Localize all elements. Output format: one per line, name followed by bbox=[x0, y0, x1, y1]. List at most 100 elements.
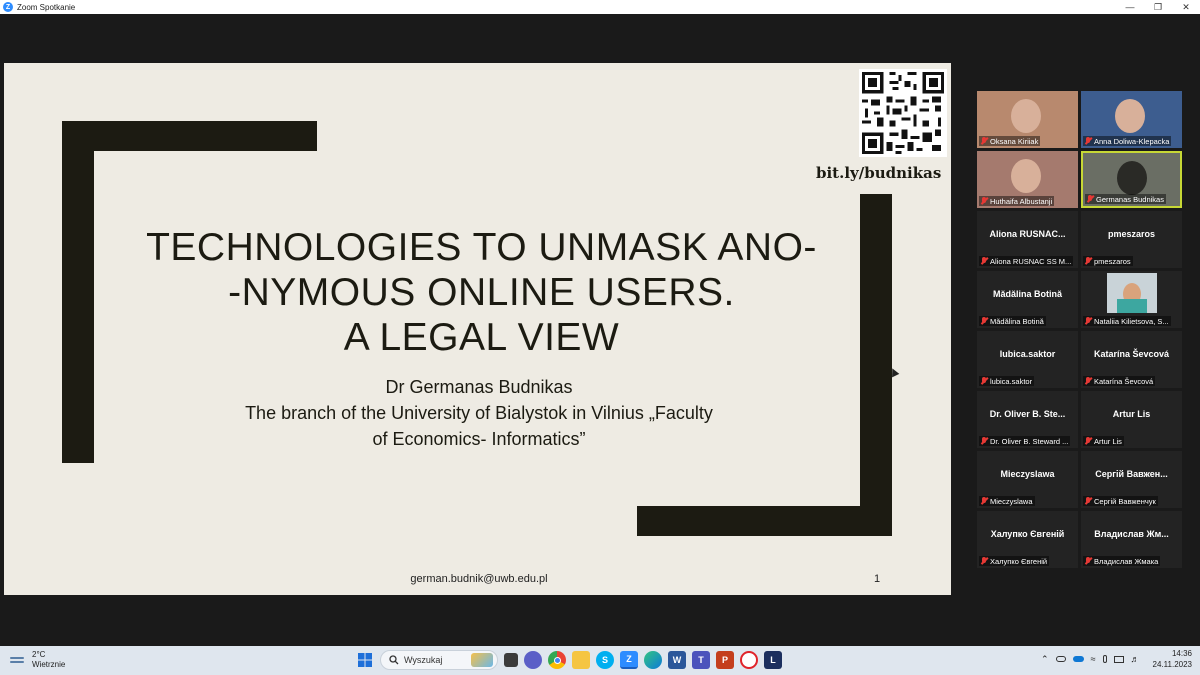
wind-icon bbox=[10, 655, 26, 665]
muted-mic-icon bbox=[981, 137, 987, 145]
slide-page-number: 1 bbox=[874, 573, 881, 585]
participant-name-label: pmeszaros bbox=[1083, 256, 1133, 266]
participant-name: Huthaifa Albustanji bbox=[990, 196, 1053, 206]
participant-tile[interactable]: Nataliia Kilietsova, S... bbox=[1081, 271, 1182, 328]
chrome-icon[interactable] bbox=[548, 651, 566, 669]
slide-affiliation: The branch of the University of Bialysto… bbox=[245, 403, 713, 423]
muted-mic-icon bbox=[1085, 377, 1091, 385]
participant-tile[interactable]: Mieczyslawa Mieczyslawa bbox=[977, 451, 1078, 508]
muted-mic-icon bbox=[981, 257, 987, 265]
muted-mic-icon bbox=[981, 317, 987, 325]
muted-mic-icon bbox=[981, 377, 987, 385]
participant-name: pmeszaros bbox=[1094, 256, 1131, 266]
skype-icon[interactable]: S bbox=[596, 651, 614, 669]
participant-name-label: Nataliia Kilietsova, S... bbox=[1083, 316, 1171, 326]
frame-bar-left bbox=[62, 121, 94, 463]
windows-taskbar: 2°C Wietrznie Wyszukaj S Z W T P L ⌃ ≈ ♬ bbox=[0, 646, 1200, 675]
app-l-icon[interactable]: L bbox=[764, 651, 782, 669]
participant-name-label: lubica.saktor bbox=[979, 376, 1035, 386]
slide-title-line: TECHNOLOGIES TO UNMASK ANO- bbox=[146, 226, 817, 269]
participant-name-label: Mădălina Botină bbox=[979, 316, 1046, 326]
participant-tile[interactable]: Katarína Ševcová Katarína Ševcová bbox=[1081, 331, 1182, 388]
participant-name-label: Mieczyslawa bbox=[979, 496, 1035, 506]
restore-icon[interactable]: ❐ bbox=[1144, 0, 1172, 14]
participant-tile[interactable]: Oksana Kiriiak bbox=[977, 91, 1078, 148]
weather-widget[interactable]: 2°C Wietrznie bbox=[10, 650, 65, 670]
participant-name-label: Anna Doliwa-Klepacka bbox=[1083, 136, 1172, 146]
participant-tile[interactable]: Mădălina Botină Mădălina Botină bbox=[977, 271, 1078, 328]
participant-name: Mădălina Botină bbox=[990, 316, 1044, 326]
search-highlight-icon bbox=[471, 653, 493, 667]
meeting-stage: TECHNOLOGIES TO UNMASK ANO- -NYMOUS ONLI… bbox=[0, 14, 1200, 646]
participant-tile[interactable]: Владислав Жм... Владислав Жмака bbox=[1081, 511, 1182, 568]
microphone-icon[interactable] bbox=[1102, 655, 1107, 663]
participant-tile-name: Владислав Жм... bbox=[1094, 529, 1169, 539]
participant-tile[interactable]: Халупко Євгеній Халупко Євгеній bbox=[977, 511, 1078, 568]
display-icon[interactable] bbox=[1113, 655, 1124, 663]
participant-tile-name: Aliona RUSNAC... bbox=[989, 229, 1066, 239]
muted-mic-icon bbox=[981, 557, 987, 565]
participant-tile-name: Artur Lis bbox=[1112, 409, 1151, 419]
slide-author: Dr Germanas Budnikas bbox=[385, 377, 573, 397]
participant-tile[interactable]: Anna Doliwa-Klepacka bbox=[1081, 91, 1182, 148]
participant-video-feed bbox=[1117, 161, 1147, 195]
participant-name-label: Artur Lis bbox=[1083, 436, 1124, 446]
volume-icon[interactable]: ♬ bbox=[1131, 654, 1140, 664]
window-title: Zoom Spotkanie bbox=[17, 2, 76, 12]
file-explorer-icon[interactable] bbox=[572, 651, 590, 669]
participant-name-label: Сергій Вавженчук bbox=[1083, 496, 1158, 506]
slide-subtitle: Dr Germanas Budnikas The branch of the U… bbox=[144, 374, 814, 452]
participant-tile-name: Dr. Oliver B. Ste... bbox=[989, 409, 1066, 419]
taskbar-clock[interactable]: 14:36 24.11.2023 bbox=[1153, 648, 1192, 670]
participant-tile[interactable]: Huthaifa Albustanji bbox=[977, 151, 1078, 208]
slide-affiliation: of Economics- Informatics” bbox=[372, 429, 586, 449]
muted-mic-icon bbox=[981, 497, 987, 505]
participant-name: Oksana Kiriiak bbox=[990, 136, 1039, 146]
participant-name: Anna Doliwa-Klepacka bbox=[1094, 136, 1170, 146]
participant-tile-name: Mieczyslawa bbox=[1000, 469, 1055, 479]
participant-tile[interactable]: Germanas Budnikas bbox=[1081, 151, 1182, 208]
close-icon[interactable]: ✕ bbox=[1172, 0, 1200, 14]
minimize-icon[interactable]: — bbox=[1116, 0, 1144, 14]
muted-mic-icon bbox=[1085, 557, 1091, 565]
network-cloud-icon[interactable] bbox=[1055, 656, 1066, 662]
participant-tile-name: Халупко Євгеній bbox=[990, 529, 1065, 539]
slide-title-line: -NYMOUS ONLINE USERS. bbox=[228, 271, 735, 314]
frame-bar-top-left bbox=[62, 121, 317, 151]
participant-name-label: Katarína Ševcová bbox=[1083, 376, 1156, 386]
participant-name: Dr. Oliver B. Steward ... bbox=[990, 436, 1069, 446]
participant-tile-name: Сергій Вавжен... bbox=[1095, 469, 1168, 479]
frame-bar-right bbox=[860, 194, 892, 536]
participant-tile[interactable]: pmeszaros pmeszaros bbox=[1081, 211, 1182, 268]
powerpoint-icon[interactable]: P bbox=[716, 651, 734, 669]
zoom-icon[interactable]: Z bbox=[620, 651, 638, 669]
muted-mic-icon bbox=[1085, 497, 1091, 505]
participant-name: Artur Lis bbox=[1094, 436, 1122, 446]
taskbar-search-box[interactable]: Wyszukaj bbox=[380, 650, 498, 670]
task-view-icon[interactable] bbox=[504, 653, 518, 667]
participant-tile[interactable]: Сергій Вавжен... Сергій Вавженчук bbox=[1081, 451, 1182, 508]
participant-name-label: Владислав Жмака bbox=[1083, 556, 1161, 566]
teams-chat-icon[interactable] bbox=[524, 651, 542, 669]
onedrive-icon[interactable] bbox=[1072, 656, 1084, 662]
windows-start-icon[interactable] bbox=[356, 651, 374, 669]
word-icon[interactable]: W bbox=[668, 651, 686, 669]
participant-tile[interactable]: Aliona RUSNAC... Aliona RUSNAC SS M... bbox=[977, 211, 1078, 268]
edge-icon[interactable] bbox=[644, 651, 662, 669]
participant-video-feed bbox=[1011, 159, 1041, 193]
participant-name-label: Халупко Євгеній bbox=[979, 556, 1050, 566]
participant-name-label: Germanas Budnikas bbox=[1085, 194, 1166, 204]
participant-tile-name: Katarína Ševcová bbox=[1093, 349, 1170, 359]
participant-tile[interactable]: Dr. Oliver B. Ste... Dr. Oliver B. Stewar… bbox=[977, 391, 1078, 448]
participant-tile[interactable]: lubica.saktor lubica.saktor bbox=[977, 331, 1078, 388]
participant-tile[interactable]: Artur Lis Artur Lis bbox=[1081, 391, 1182, 448]
chevron-up-icon[interactable]: ⌃ bbox=[1041, 654, 1049, 665]
frame-bar-bottom-right bbox=[637, 506, 892, 536]
participant-name: Владислав Жмака bbox=[1094, 556, 1159, 566]
wifi-icon[interactable]: ≈ bbox=[1091, 654, 1096, 664]
teams-icon[interactable]: T bbox=[692, 651, 710, 669]
participant-name: Germanas Budnikas bbox=[1096, 194, 1164, 204]
opera-icon[interactable] bbox=[740, 651, 758, 669]
slide-email: german.budnik@uwb.edu.pl bbox=[410, 573, 548, 585]
participant-name: Сергій Вавженчук bbox=[1094, 496, 1156, 506]
